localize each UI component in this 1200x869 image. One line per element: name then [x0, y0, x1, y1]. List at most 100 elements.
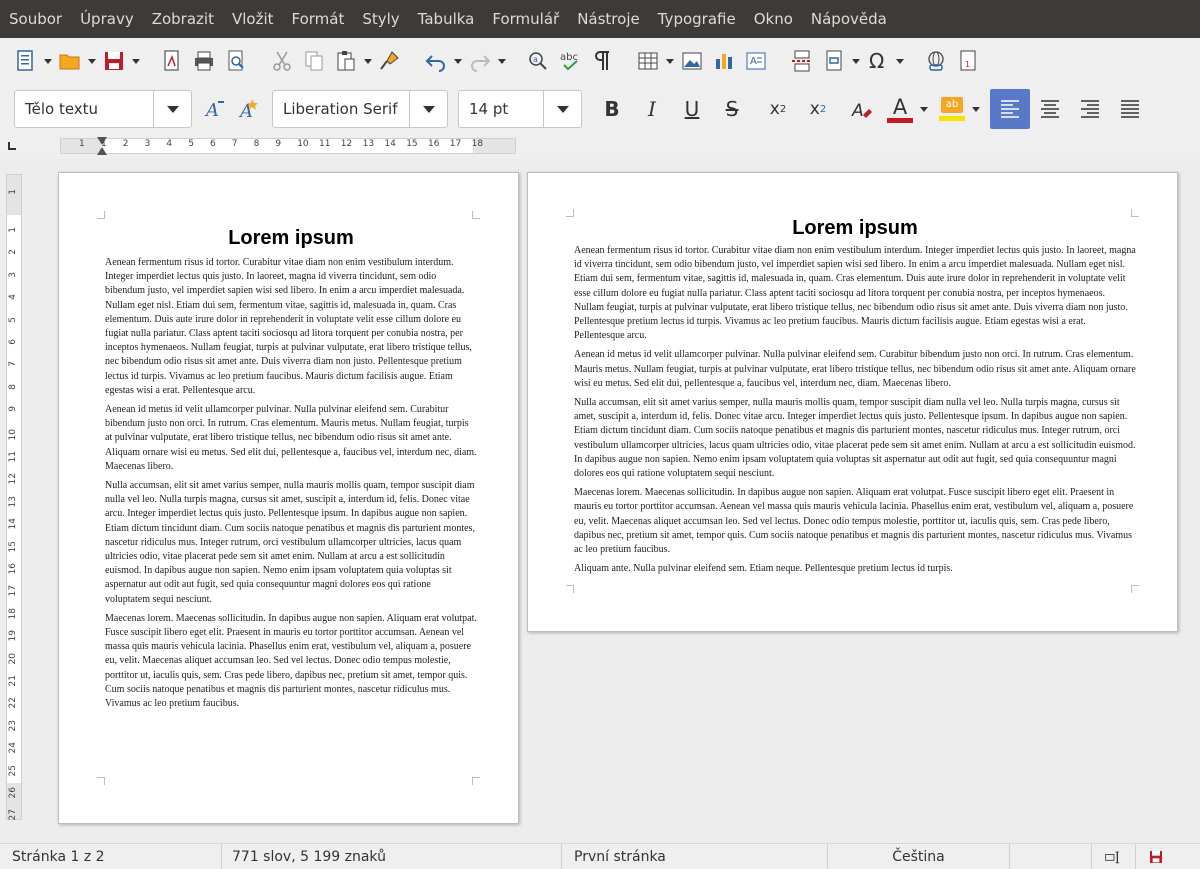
- align-left-icon[interactable]: [990, 89, 1030, 129]
- font-name-value[interactable]: Liberation Serif: [273, 100, 409, 118]
- formatting-marks-icon[interactable]: [586, 45, 618, 77]
- justify-icon[interactable]: [1110, 89, 1150, 129]
- undo-icon[interactable]: [420, 45, 452, 77]
- tab-stop-selector-icon[interactable]: [8, 142, 16, 150]
- bold-icon[interactable]: B: [592, 89, 632, 129]
- open-folder-icon[interactable]: [54, 45, 86, 77]
- insert-field-dropdown[interactable]: [850, 45, 862, 77]
- vruler-tick-label: 13: [8, 495, 18, 508]
- ruler-tick-label: 12: [340, 139, 353, 149]
- spellcheck-icon[interactable]: abc: [554, 45, 586, 77]
- page-style-status[interactable]: První stránka: [562, 843, 828, 869]
- insert-field-icon[interactable]: [818, 45, 850, 77]
- menu-item-8[interactable]: Nástroje: [568, 0, 649, 38]
- menu-item-10[interactable]: Okno: [745, 0, 802, 38]
- page-2[interactable]: Lorem ipsum Aenean fermentum risus id to…: [527, 172, 1178, 632]
- save-dropdown[interactable]: [130, 45, 142, 77]
- insert-textbox-icon[interactable]: A: [740, 45, 772, 77]
- page-2-body[interactable]: Lorem ipsum Aenean fermentum risus id to…: [574, 217, 1136, 581]
- insert-table-dropdown[interactable]: [664, 45, 676, 77]
- menu-item-4[interactable]: Formát: [283, 0, 354, 38]
- menu-item-5[interactable]: Styly: [353, 0, 408, 38]
- new-style-icon[interactable]: A: [232, 93, 264, 125]
- font-color-icon[interactable]: A: [882, 89, 918, 129]
- ruler-row: 1 1 2 3 4 5 6 7 8 9 10 11 12 13 14 15 16 17 18: [0, 134, 1200, 158]
- svg-text:1: 1: [965, 60, 970, 69]
- new-document-icon[interactable]: [10, 45, 42, 77]
- export-pdf-icon[interactable]: [156, 45, 188, 77]
- save-icon[interactable]: [98, 45, 130, 77]
- redo-icon[interactable]: [464, 45, 496, 77]
- selection-mode-icon[interactable]: [1092, 843, 1136, 869]
- menu-item-3[interactable]: Vložit: [223, 0, 283, 38]
- strikethrough-icon[interactable]: S: [712, 89, 752, 129]
- underline-icon[interactable]: U: [672, 89, 712, 129]
- menu-item-11[interactable]: Nápověda: [802, 0, 896, 38]
- new-document-dropdown[interactable]: [42, 45, 54, 77]
- page-1[interactable]: Lorem ipsum Aenean fermentum risus id to…: [58, 172, 519, 824]
- cut-icon[interactable]: [266, 45, 298, 77]
- paragraph-style-combo[interactable]: Tělo textu: [14, 90, 192, 128]
- ruler-tick-label: 2: [122, 139, 129, 149]
- font-size-combo[interactable]: 14 pt: [458, 90, 582, 128]
- vruler-tick-label: 4: [8, 294, 18, 300]
- vruler-tick-label: 25: [8, 764, 18, 777]
- redo-dropdown[interactable]: [496, 45, 508, 77]
- font-color-dropdown[interactable]: [918, 93, 930, 125]
- page-1-body[interactable]: Lorem ipsum Aenean fermentum risus id to…: [105, 227, 477, 716]
- open-dropdown[interactable]: [86, 45, 98, 77]
- paste-icon[interactable]: [330, 45, 362, 77]
- subscript-icon[interactable]: x2: [798, 89, 838, 129]
- update-style-icon[interactable]: A: [200, 93, 232, 125]
- highlight-color-icon[interactable]: ab: [934, 89, 970, 129]
- print-icon[interactable]: [188, 45, 220, 77]
- find-replace-icon[interactable]: a: [522, 45, 554, 77]
- font-size-dropdown[interactable]: [543, 91, 581, 127]
- language-status[interactable]: Čeština: [828, 843, 1010, 869]
- menu-item-9[interactable]: Typografie: [649, 0, 745, 38]
- highlight-color-dropdown[interactable]: [970, 93, 982, 125]
- font-name-combo[interactable]: Liberation Serif: [272, 90, 448, 128]
- menu-item-0[interactable]: Soubor: [0, 0, 71, 38]
- vruler-tick-label: 11: [8, 451, 18, 463]
- clear-formatting-icon[interactable]: A: [842, 89, 882, 129]
- insert-image-icon[interactable]: [676, 45, 708, 77]
- font-size-value[interactable]: 14 pt: [459, 100, 543, 118]
- word-count-status[interactable]: 771 slov, 5 199 znaků: [222, 843, 562, 869]
- document-modified-icon[interactable]: [1136, 844, 1176, 869]
- paragraph-style-value[interactable]: Tělo textu: [15, 100, 153, 118]
- ruler-tick-label: 1: [101, 139, 107, 149]
- paragraph-style-dropdown[interactable]: [153, 91, 191, 127]
- vruler-tick-label: 1: [8, 189, 18, 195]
- print-preview-icon[interactable]: [220, 45, 252, 77]
- page-break-icon[interactable]: [786, 45, 818, 77]
- paragraph-4: Maecenas lorem. Maecenas sollicitudin. I…: [105, 612, 477, 710]
- align-right-icon[interactable]: [1070, 89, 1110, 129]
- vertical-ruler[interactable]: 1 1 2 3 4 5 6 7 8 9 10 11 12 13 14 15 16 17 18 19 20 21 22 23 24…: [6, 174, 22, 821]
- insert-chart-icon[interactable]: [708, 45, 740, 77]
- paste-dropdown[interactable]: [362, 45, 374, 77]
- page-number-status[interactable]: Stránka 1 z 2: [0, 843, 222, 869]
- font-name-dropdown[interactable]: [409, 91, 447, 127]
- menu-item-6[interactable]: Tabulka: [409, 0, 484, 38]
- insert-table-icon[interactable]: [632, 45, 664, 77]
- clone-formatting-icon[interactable]: [374, 45, 406, 77]
- svg-text:A: A: [851, 101, 864, 121]
- horizontal-ruler[interactable]: 1 1 2 3 4 5 6 7 8 9 10 11 12 13 14 15 16 17 18: [60, 137, 516, 155]
- align-center-icon[interactable]: [1030, 89, 1070, 129]
- vruler-tick-label: 23: [8, 719, 18, 732]
- superscript-icon[interactable]: x2: [758, 89, 798, 129]
- special-character-icon[interactable]: Ω: [862, 45, 894, 77]
- vruler-tick-label: 17: [8, 585, 18, 597]
- italic-icon[interactable]: I: [632, 89, 672, 129]
- ruler-tick-label: 9: [275, 139, 282, 149]
- paragraph-2: Aenean id metus id velit ullamcorper pul…: [105, 404, 477, 472]
- undo-dropdown[interactable]: [452, 45, 464, 77]
- copy-icon[interactable]: [298, 45, 330, 77]
- hyperlink-icon[interactable]: [920, 45, 952, 77]
- special-character-dropdown[interactable]: [894, 45, 906, 77]
- menu-item-1[interactable]: Úpravy: [71, 0, 143, 38]
- menu-item-7[interactable]: Formulář: [483, 0, 568, 38]
- menu-item-2[interactable]: Zobrazit: [143, 0, 223, 38]
- footnote-icon[interactable]: 1: [952, 45, 984, 77]
